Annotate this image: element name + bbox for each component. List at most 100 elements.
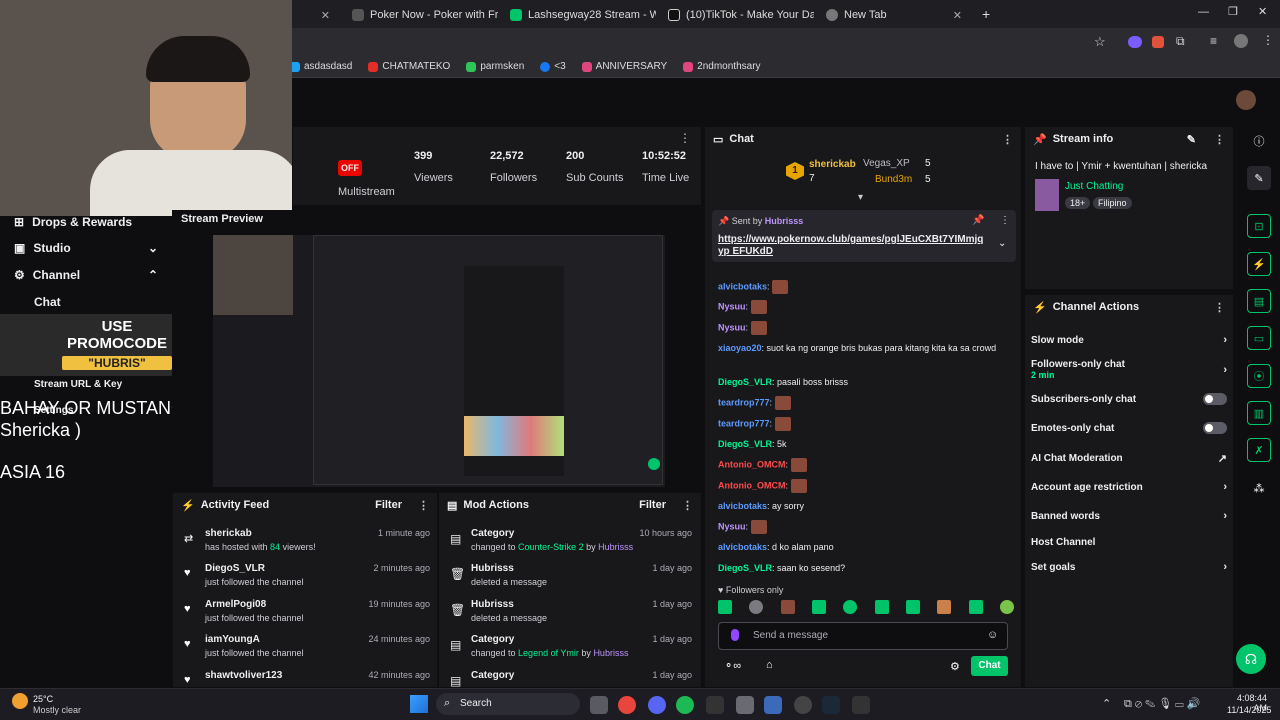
clip-icon[interactable]: ⊡ [1247,214,1271,238]
chrome-icon[interactable] [618,696,636,714]
chat-send-button[interactable]: Chat [971,656,1008,676]
category-box-art[interactable] [1035,179,1059,211]
chat-username[interactable]: xiaoyao20 [718,343,762,353]
chat-username[interactable]: alvicbotaks [718,281,767,291]
host-channel-action[interactable]: Host Channel [1031,529,1227,555]
slow-mode-action[interactable]: Slow mode › [1031,327,1227,353]
close-icon[interactable]: ✕ [321,9,330,22]
discord-icon[interactable] [648,696,666,714]
chat-emote[interactable] [774,396,791,410]
app-icon[interactable] [736,696,754,714]
wrench-icon[interactable]: ✗ [1247,438,1271,462]
activity-filter-button[interactable]: Filter [375,499,402,511]
chat-username[interactable]: alvicbotaks [718,542,767,552]
app-icon[interactable] [706,696,724,714]
chat-emote[interactable] [750,321,767,335]
tag-badge[interactable]: Filipino [1093,197,1132,209]
subscribers-only-toggle[interactable] [1203,393,1227,405]
activity-feed-item[interactable]: ♥ ArmelPogi08 just followed the channel … [184,599,430,631]
chat-username[interactable]: Antonio_OMCM [718,480,786,490]
emote-icon[interactable] [968,600,983,614]
activity-user[interactable]: ArmelPogi08 [205,599,266,610]
activity-user[interactable]: sherickab [205,528,252,539]
broadcast-icon[interactable]: ⦿ [1247,364,1271,388]
chat-emote[interactable] [772,280,789,294]
app-icon[interactable] [852,696,870,714]
browser-tab[interactable]: (10)TikTok - Make Your Day✕ [658,4,814,26]
chat-emote[interactable] [750,520,767,534]
followers-only-action[interactable]: Followers-only chat 2 min › [1031,356,1227,384]
stream-preview-video[interactable] [213,235,665,487]
bookmark[interactable]: 2ndmonthsary [683,61,761,72]
star-icon[interactable]: ☆ [1094,34,1106,50]
tray-chevron-icon[interactable]: ⌃ [1102,697,1111,710]
media-icon[interactable]: ≡ [1210,34,1217,48]
bookmark[interactable]: ANNIVERSARY [581,61,667,72]
chevron-down-icon[interactable]: ⌄ [998,238,1006,249]
chat-username[interactable]: teardrop777 [718,418,770,428]
browser-tab[interactable]: Lashsegway28 Stream - Watch✕ [500,4,656,26]
more-options-icon[interactable]: ⋮ [679,131,691,145]
edit-icon[interactable]: ✎ [1187,133,1196,146]
lightning-icon[interactable]: ⚡ [1247,252,1271,276]
mod-action-item[interactable]: ▤ Category changed to Legend of Ymir by … [450,634,692,668]
chat-username[interactable]: teardrop777 [718,397,770,407]
sidebar-item-stream-url[interactable]: Stream URL & Key [0,372,172,396]
windows-start-icon[interactable] [410,695,428,713]
sidebar-item-chat[interactable]: Chat [0,290,172,314]
microphone-icon[interactable] [731,629,739,641]
taskbar-search[interactable]: ⌕ Search [436,693,580,715]
spotify-icon[interactable] [676,696,694,714]
ai-moderation-action[interactable]: AI Chat Moderation ↗ [1031,445,1227,471]
emote-icon[interactable] [999,600,1014,614]
bookmark[interactable]: asdasdasd [290,61,352,72]
points-icon[interactable]: ⚬∞ [724,659,741,672]
emote-icon[interactable] [843,600,858,614]
emotes-only-action[interactable]: Emotes-only chat [1031,415,1227,441]
chat-username[interactable]: Nysuu [718,322,746,332]
menu-icon[interactable]: ⋮ [1262,33,1274,47]
chat-username[interactable]: Nysuu [718,301,746,311]
activity-user[interactable]: iamYoungA [205,634,260,645]
emote-icon[interactable] [718,600,732,614]
more-options-icon[interactable]: ⋮ [1214,301,1225,314]
activity-feed-item[interactable]: ♥ iamYoungA just followed the channel 24… [184,634,430,666]
activity-feed-item[interactable]: ♥ DiegoS_VLR just followed the channel 2… [184,563,430,595]
settings-gear-icon[interactable]: ⚙ [950,660,960,673]
message-icon[interactable]: ▭ [1247,326,1271,350]
store-icon[interactable]: ⌂ [766,659,773,671]
pencil-icon[interactable]: ✎ [1247,166,1271,190]
account-age-action[interactable]: Account age restriction › [1031,474,1227,500]
pin-icon[interactable]: 📌 [972,215,984,226]
chat-username[interactable]: Nysuu [718,521,746,531]
user-avatar[interactable] [1236,90,1256,110]
leaderboard-third-name[interactable]: Bund3m [875,174,912,185]
emote-icon[interactable] [749,600,764,614]
close-icon[interactable]: ✕ [953,9,962,22]
mod-action-item[interactable]: 🗑 Hubrisss deleted a message 1 day ago [450,563,692,597]
maximize-icon[interactable]: ❐ [1228,5,1238,18]
chat-emote[interactable] [790,458,807,472]
minimize-icon[interactable]: — [1198,6,1209,18]
steam-icon[interactable] [822,696,840,714]
emotes-only-toggle[interactable] [1203,422,1227,434]
extensions-icon[interactable]: ⁂ [1247,476,1271,500]
tag-badge[interactable]: 18+ [1065,197,1091,209]
set-goals-action[interactable]: Set goals › [1031,554,1227,580]
chat-username[interactable]: alvicbotaks [718,501,767,511]
more-options-icon[interactable]: ⋮ [418,499,429,512]
bookmark[interactable]: parmsken [466,61,524,72]
emote-icon[interactable] [780,600,795,614]
more-options-icon[interactable]: ⋮ [1000,215,1010,226]
sidebar-item-channel[interactable]: ⚙ Channel ⌃ [0,263,172,287]
emote-icon[interactable] [811,600,826,614]
chat-username[interactable]: DiegoS_VLR [718,377,772,387]
extensions-puzzle-icon[interactable]: ⧉ [1176,34,1185,49]
new-tab-icon[interactable]: + [982,6,990,22]
task-view-icon[interactable] [590,696,608,714]
activity-feed-item[interactable]: ⇄ sherickab has hosted with 84 viewers! … [184,528,430,560]
collapse-leaderboard-icon[interactable]: ▾ [858,192,863,203]
chat-emote[interactable] [750,300,767,314]
leaderboard-second-name[interactable]: Vegas_XP [863,158,910,169]
tray-icons[interactable]: ⧉ ⊘ ✎ 🎙 ▭ 🔊 [1124,697,1200,711]
